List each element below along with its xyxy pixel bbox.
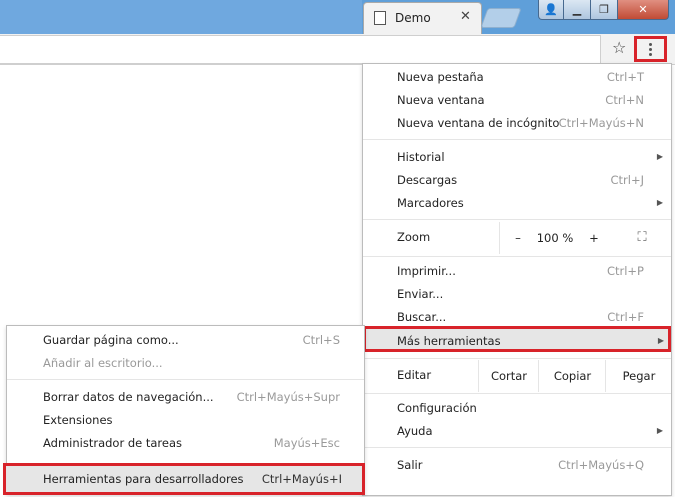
menu-divider	[363, 393, 671, 394]
edit-label: Editar	[397, 368, 432, 382]
submenu-divider	[7, 379, 364, 380]
menu-divider	[363, 358, 671, 359]
menu-item-cast[interactable]: Enviar...	[363, 283, 671, 305]
menu-item-shortcut: Ctrl+N	[605, 93, 644, 107]
tab-title: Demo	[395, 11, 431, 25]
submenu-item-label: Herramientas para desarrolladores	[43, 472, 244, 486]
menu-item-exit[interactable]: Salir Ctrl+Mayús+Q	[363, 454, 671, 476]
tab-close-icon[interactable]: ✕	[460, 9, 471, 24]
menu-item-label: Salir	[397, 458, 423, 472]
more-tools-submenu: Guardar página como... Ctrl+S Añadir al …	[3, 325, 365, 495]
menu-item-label: Nueva ventana	[397, 93, 485, 107]
submenu-item-clear-data[interactable]: Borrar datos de navegación... Ctrl+Mayús…	[7, 386, 364, 408]
menu-item-downloads[interactable]: Descargas Ctrl+J	[363, 169, 671, 191]
menu-item-label: Enviar...	[397, 287, 444, 301]
submenu-arrow-icon: ▶	[656, 198, 663, 207]
menu-item-label: Configuración	[397, 401, 477, 415]
menu-item-label: Buscar...	[397, 310, 447, 324]
menu-item-history[interactable]: Historial ▶	[363, 146, 671, 168]
menu-item-label: Nueva pestaña	[397, 70, 484, 84]
title-bar: Demo ✕ 👤 ▁ ❐ ✕	[0, 0, 675, 35]
menu-item-print[interactable]: Imprimir... Ctrl+P	[363, 260, 671, 282]
zoom-out-button[interactable]: –	[499, 222, 536, 254]
menu-item-more-tools[interactable]: Más herramientas ▶	[363, 326, 671, 352]
submenu-item-label: Administrador de tareas	[43, 436, 183, 450]
menu-item-label: Nueva ventana de incógnito	[397, 116, 560, 130]
menu-divider	[363, 219, 671, 220]
close-window-button[interactable]: ✕	[617, 0, 669, 20]
menu-item-shortcut: Ctrl+J	[610, 173, 645, 187]
zoom-label: Zoom	[397, 230, 431, 244]
submenu-item-label: Guardar página como...	[43, 333, 179, 347]
cut-button[interactable]: Cortar	[478, 360, 539, 392]
submenu-item-save-page[interactable]: Guardar página como... Ctrl+S	[7, 329, 364, 351]
menu-divider	[363, 447, 671, 448]
submenu-item-extensions[interactable]: Extensiones	[7, 409, 364, 431]
submenu-arrow-icon: ▶	[656, 152, 663, 161]
menu-item-label: Historial	[397, 150, 445, 164]
submenu-item-shortcut: Ctrl+Mayús+I	[261, 472, 342, 486]
submenu-item-label: Borrar datos de navegación...	[43, 390, 214, 404]
user-icon[interactable]: 👤	[538, 0, 564, 20]
zoom-in-button[interactable]: +	[575, 222, 613, 254]
submenu-item-task-manager[interactable]: Administrador de tareas Mayús+Esc	[7, 432, 364, 454]
menu-item-help[interactable]: Ayuda ▶	[363, 420, 671, 442]
menu-divider	[363, 256, 671, 257]
zoom-row: Zoom – 100 % + ⛶	[363, 222, 671, 254]
new-tab-button[interactable]	[480, 8, 522, 28]
minimize-button[interactable]: ▁	[563, 0, 591, 20]
address-bar[interactable]	[0, 35, 601, 64]
menu-item-find[interactable]: Buscar... Ctrl+F	[363, 306, 671, 328]
menu-item-new-tab[interactable]: Nueva pestaña Ctrl+T	[363, 66, 671, 88]
menu-item-settings[interactable]: Configuración	[363, 397, 671, 419]
submenu-item-label: Añadir al escritorio...	[43, 356, 163, 370]
menu-item-label: Marcadores	[397, 196, 464, 210]
menu-item-shortcut: Ctrl+T	[606, 70, 644, 84]
submenu-arrow-icon: ▶	[657, 336, 664, 345]
submenu-item-shortcut: Mayús+Esc	[273, 436, 340, 450]
bookmark-star-icon[interactable]: ☆	[612, 38, 626, 57]
submenu-item-shortcut: Ctrl+Mayús+Supr	[236, 390, 340, 404]
menu-item-shortcut: Ctrl+P	[606, 264, 644, 278]
menu-item-label: Imprimir...	[397, 264, 456, 278]
menu-item-shortcut: Ctrl+F	[607, 310, 644, 324]
paste-button[interactable]: Pegar	[605, 360, 672, 392]
page-icon	[374, 11, 386, 25]
submenu-item-label: Extensiones	[43, 413, 113, 427]
menu-item-label: Más herramientas	[397, 334, 501, 348]
tab-demo[interactable]: Demo ✕	[363, 2, 482, 35]
fullscreen-icon[interactable]: ⛶	[613, 222, 671, 254]
menu-item-label: Descargas	[397, 173, 458, 187]
toolbar: ☆	[0, 34, 675, 65]
chrome-menu-button[interactable]	[634, 36, 667, 62]
menu-item-new-incognito[interactable]: Nueva ventana de incógnito Ctrl+Mayús+N	[363, 112, 671, 134]
copy-button[interactable]: Copiar	[538, 360, 606, 392]
more-vert-icon	[649, 41, 652, 58]
menu-item-shortcut: Ctrl+Mayús+Q	[558, 458, 644, 472]
submenu-arrow-icon: ▶	[656, 426, 663, 435]
zoom-level: 100 %	[536, 231, 574, 245]
submenu-item-shortcut: Ctrl+S	[302, 333, 340, 347]
menu-item-bookmarks[interactable]: Marcadores ▶	[363, 192, 671, 214]
chrome-menu: Nueva pestaña Ctrl+T Nueva ventana Ctrl+…	[362, 63, 672, 496]
maximize-button[interactable]: ❐	[590, 0, 618, 20]
menu-item-label: Ayuda	[397, 424, 433, 438]
submenu-item-add-desktop: Añadir al escritorio...	[7, 352, 364, 374]
menu-divider	[363, 139, 671, 140]
submenu-item-developer-tools[interactable]: Herramientas para desarrolladores Ctrl+M…	[3, 463, 365, 495]
edit-row: Editar Cortar Copiar Pegar	[363, 360, 671, 392]
menu-item-shortcut: Ctrl+Mayús+N	[558, 116, 644, 130]
menu-item-new-window[interactable]: Nueva ventana Ctrl+N	[363, 89, 671, 111]
title-bar-left	[0, 0, 362, 34]
